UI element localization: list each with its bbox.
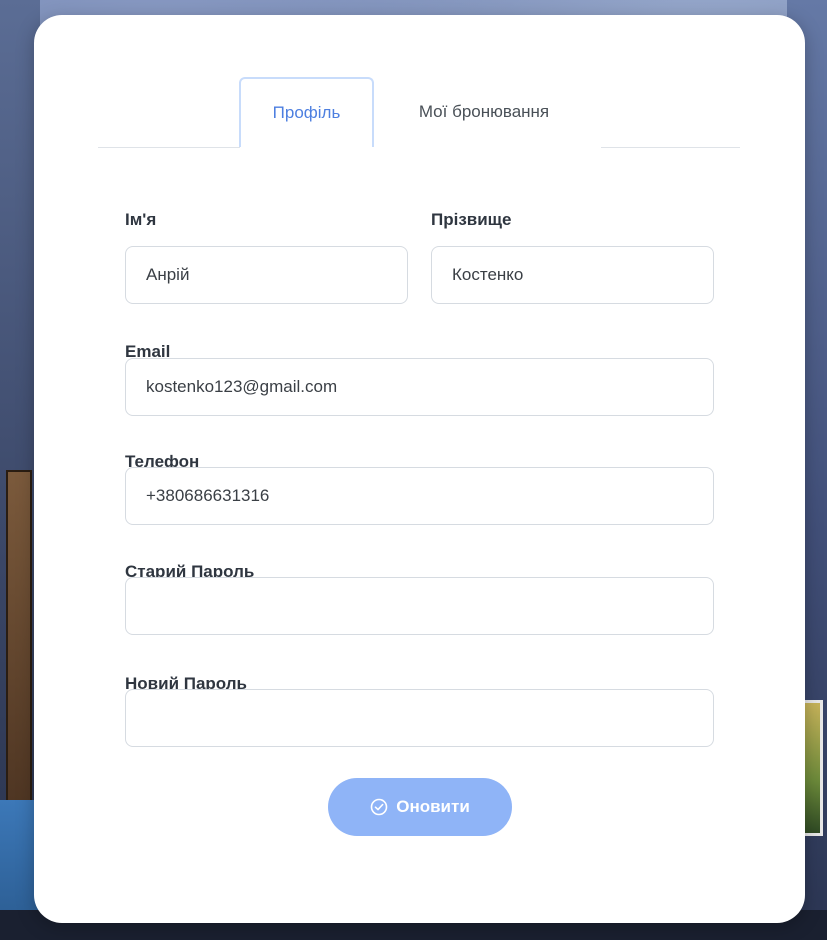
old-password-input[interactable] xyxy=(125,577,714,635)
tab-my-bookings-label: Мої бронювання xyxy=(418,102,550,121)
tab-baseline-right xyxy=(601,147,740,148)
first-name-label: Ім'я xyxy=(125,210,157,229)
tab-profile-label: Профіль xyxy=(272,103,341,122)
update-button[interactable]: Оновити xyxy=(328,778,512,836)
last-name-label: Прізвище xyxy=(431,210,512,229)
first-name-input[interactable] xyxy=(125,246,408,304)
tab-my-bookings[interactable]: Мої бронювання xyxy=(384,77,584,147)
last-name-input[interactable] xyxy=(431,246,714,304)
email-input[interactable] xyxy=(125,358,714,416)
tab-baseline-left xyxy=(98,147,240,148)
phone-input[interactable] xyxy=(125,467,714,525)
tab-bar: Профіль Мої бронювання xyxy=(98,77,740,149)
check-circle-icon xyxy=(370,798,388,816)
update-button-label: Оновити xyxy=(396,797,470,816)
background-door xyxy=(6,470,32,804)
profile-card: Профіль Мої бронювання Ім'я Прізвище Ema… xyxy=(34,15,805,923)
tab-profile[interactable]: Профіль xyxy=(239,77,374,147)
new-password-input[interactable] xyxy=(125,689,714,747)
